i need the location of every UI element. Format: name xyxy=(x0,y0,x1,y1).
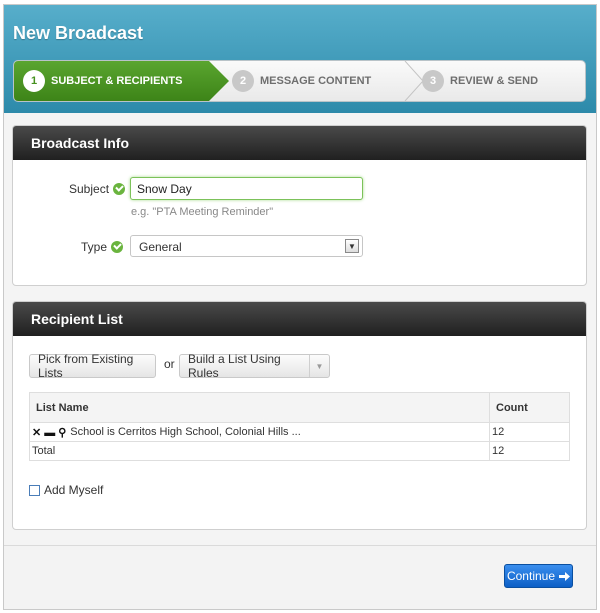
panel-heading: Broadcast Info xyxy=(13,126,586,160)
add-myself-checkbox[interactable] xyxy=(29,485,40,496)
table-header-row: List Name Count xyxy=(29,392,570,423)
step-label: MESSAGE CONTENT xyxy=(260,75,372,87)
pick-existing-lists-button[interactable]: Pick from Existing Lists xyxy=(29,352,156,380)
step-label: SUBJECT & RECIPIENTS xyxy=(51,75,183,87)
chevron-down-icon: ▼ xyxy=(345,239,359,253)
or-text: or xyxy=(164,357,175,371)
page-title: New Broadcast xyxy=(13,23,144,43)
step-subject-recipients[interactable]: 1 SUBJECT & RECIPIENTS xyxy=(23,61,182,101)
row-actions: ✕ ▬ ⚲ xyxy=(32,427,66,439)
subject-label: Subject xyxy=(69,182,126,196)
continue-label: Continue xyxy=(506,569,556,583)
table-row: ✕ ▬ ⚲ School is Cerritos High School, Co… xyxy=(29,422,570,442)
total-count: 12 xyxy=(489,441,570,461)
type-label: Type xyxy=(81,240,124,254)
table-total-row: Total 12 xyxy=(29,441,570,461)
footer-bar: Continue xyxy=(4,545,596,609)
build-list-button[interactable]: Build a List Using Rules ▼ xyxy=(179,352,330,380)
step-label: REVIEW & SEND xyxy=(450,75,539,87)
step-progress-bar: 1 SUBJECT & RECIPIENTS 2 MESSAGE CONTENT… xyxy=(13,60,586,102)
list-name: School is Cerritos High School, Colonial… xyxy=(70,425,301,438)
subject-input[interactable] xyxy=(130,177,363,200)
build-list-label: Build a List Using Rules xyxy=(188,352,281,380)
type-select[interactable]: General ▼ xyxy=(130,235,363,257)
check-circle-icon xyxy=(111,241,124,253)
continue-button[interactable]: Continue xyxy=(504,564,573,588)
folder-icon[interactable]: ▬ xyxy=(44,427,55,439)
step-review-send[interactable]: 3 REVIEW & SEND xyxy=(422,61,538,101)
column-header-list-name: List Name xyxy=(29,392,490,423)
step-number: 1 xyxy=(23,70,45,92)
page-header: New Broadcast 1 SUBJECT & RECIPIENTS 2 M… xyxy=(4,5,596,113)
step-message-content[interactable]: 2 MESSAGE CONTENT xyxy=(232,61,371,101)
total-label: Total xyxy=(29,441,490,461)
arrow-right-icon xyxy=(559,571,571,581)
subject-label-text: Subject xyxy=(69,182,110,196)
type-select-value: General xyxy=(139,240,182,254)
step-number: 2 xyxy=(232,70,254,92)
check-circle-icon xyxy=(113,183,126,195)
add-myself-label[interactable]: Add Myself xyxy=(44,483,103,497)
column-header-count: Count xyxy=(489,392,570,423)
close-icon[interactable]: ✕ xyxy=(32,427,41,439)
list-count-cell: 12 xyxy=(489,422,570,442)
panel-heading: Recipient List xyxy=(13,302,586,336)
type-label-text: Type xyxy=(81,240,108,254)
broadcast-window: New Broadcast 1 SUBJECT & RECIPIENTS 2 M… xyxy=(3,4,597,610)
broadcast-info-panel: Broadcast Info Subject e.g. "PTA Meeting… xyxy=(12,125,587,286)
recipient-list-panel: Recipient List Pick from Existing Lists … xyxy=(12,301,587,530)
step-number: 3 xyxy=(422,70,444,92)
list-name-cell: ✕ ▬ ⚲ School is Cerritos High School, Co… xyxy=(29,422,490,442)
chevron-down-icon[interactable]: ▼ xyxy=(309,355,329,377)
recipient-table: List Name Count ✕ ▬ ⚲ School is Cerritos… xyxy=(29,392,570,461)
search-icon[interactable]: ⚲ xyxy=(58,427,66,439)
subject-hint: e.g. "PTA Meeting Reminder" xyxy=(131,206,274,218)
